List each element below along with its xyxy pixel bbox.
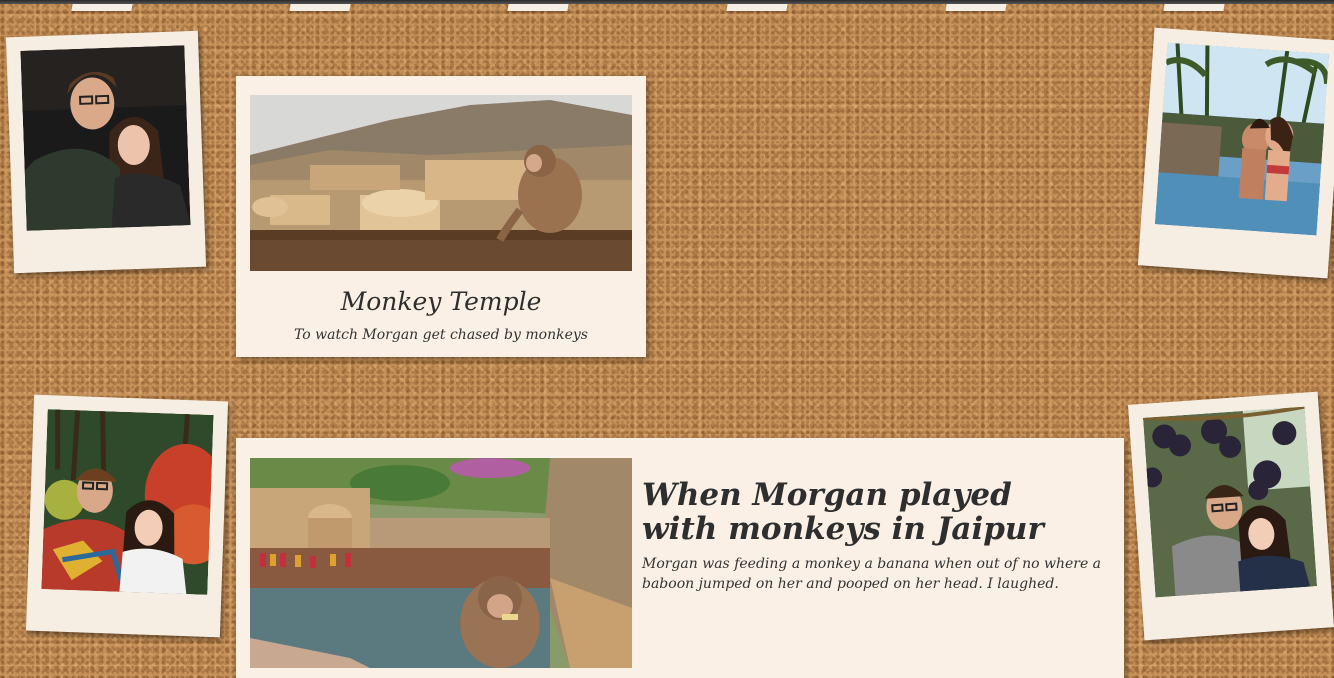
tape-strip: [726, 4, 788, 11]
jaipur-photo: [250, 458, 632, 668]
jaipur-title: When Morgan played with monkeys in Jaipu…: [642, 477, 1044, 547]
tape-strip: [945, 4, 1007, 11]
polaroid-pool-photo[interactable]: [1137, 27, 1334, 279]
monkey-temple-caption: To watch Morgan get chased by monkeys: [294, 327, 588, 343]
tape-strip: [1163, 4, 1225, 11]
monkey-temple-title: Monkey Temple: [340, 287, 542, 316]
couple-selfie-photo: [20, 45, 191, 231]
pool-photo: [1154, 42, 1330, 236]
tape-strip: [507, 4, 569, 11]
tape-strip: [71, 4, 133, 11]
card-jaipur-story[interactable]: When Morgan played with monkeys in Jaipu…: [236, 438, 1124, 678]
board-top-edge: [0, 0, 1334, 4]
polaroid-couple-selfie[interactable]: [5, 30, 207, 274]
monkey-temple-photo: [250, 95, 632, 271]
jaipur-description: Morgan was feeding a monkey a banana whe…: [642, 556, 1102, 592]
polaroid-autumn-photo[interactable]: [25, 394, 229, 638]
card-monkey-temple[interactable]: Monkey Temple To watch Morgan get chased…: [236, 76, 646, 357]
vineyard-photo: [1142, 406, 1318, 598]
polaroid-vineyard-photo[interactable]: [1128, 391, 1334, 641]
autumn-photo: [41, 409, 214, 595]
tape-strip: [289, 4, 351, 11]
